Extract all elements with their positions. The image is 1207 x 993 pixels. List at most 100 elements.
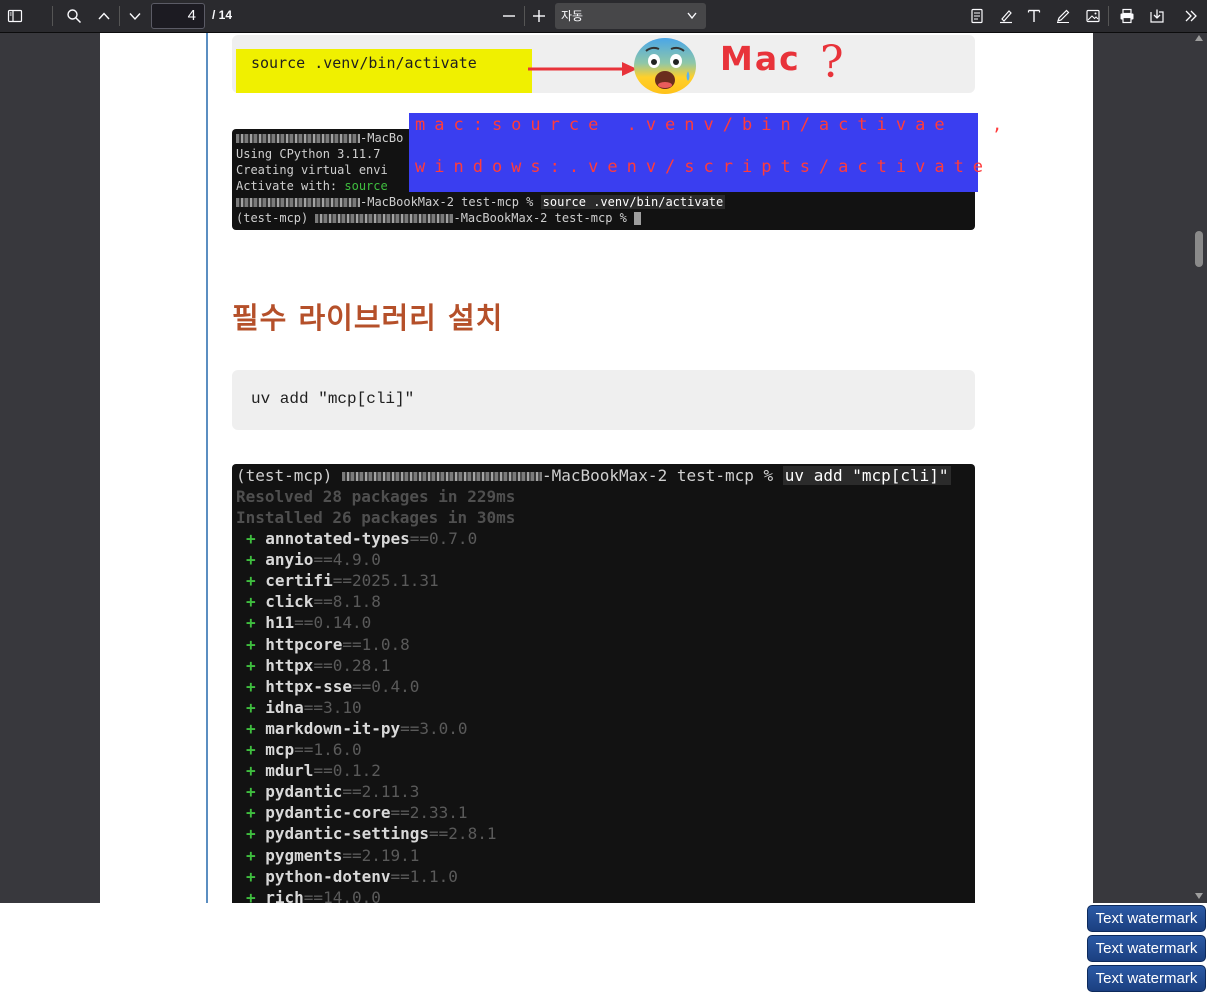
sidebar-toggle-button[interactable] [3, 4, 27, 28]
plus-icon: + [246, 824, 266, 844]
package-line: + pydantic-core==2.33.1 [246, 803, 468, 822]
package-line: + httpx==0.28.1 [246, 656, 391, 675]
package-line: + httpcore==1.0.8 [246, 635, 410, 654]
document-properties-button[interactable] [965, 4, 989, 28]
document-properties-icon [971, 8, 983, 24]
package-name: markdown-it-py [265, 718, 401, 738]
package-line: + rich==14.0.0 [246, 888, 381, 903]
plus-icon: + [246, 613, 266, 633]
save-button[interactable] [1145, 4, 1169, 28]
package-line: + anyio==4.9.0 [246, 550, 381, 569]
plus-icon: + [246, 550, 266, 570]
highlight-button[interactable] [994, 4, 1018, 28]
plus-icon: + [246, 782, 266, 802]
package-name: mdurl [265, 761, 314, 781]
blockquote-bar [206, 33, 208, 903]
scroll-up-arrow-icon[interactable] [1195, 35, 1203, 41]
package-line: + h11==0.14.0 [246, 613, 371, 632]
zoom-out-button[interactable] [497, 4, 521, 28]
plus-icon: + [246, 571, 266, 591]
page-total-label: / 14 [212, 8, 233, 22]
package-version: ==2.11.3 [342, 782, 420, 802]
terminal-prompt-line: (test-mcp) -MacBookMax-2 test-mcp % uv a… [236, 466, 951, 485]
more-tools-button[interactable] [1179, 4, 1203, 28]
zoom-in-button[interactable] [527, 4, 551, 28]
mac-handwritten-annotation: Mac [720, 39, 801, 78]
package-version: ==4.9.0 [313, 550, 381, 570]
package-name: idna [265, 697, 304, 717]
terminal-line: (test-mcp) -MacBookMax-2 test-mcp % [236, 211, 642, 225]
draw-button[interactable] [1051, 4, 1075, 28]
package-name: python-dotenv [265, 866, 391, 886]
print-icon [1120, 8, 1134, 24]
red-arrow-annotation [528, 62, 637, 76]
package-line: + markdown-it-py==3.0.0 [246, 719, 468, 738]
package-version: ==0.14.0 [294, 613, 372, 633]
package-version: ==1.6.0 [294, 740, 362, 759]
package-name: mcp [265, 740, 295, 759]
pdf-viewer-area[interactable]: source .venv/bin/activate Mac ? -MacBo U… [0, 33, 1207, 903]
zoom-select-value: 자동 [561, 9, 584, 23]
package-name: certifi [265, 571, 333, 591]
package-name: click [265, 592, 314, 612]
package-version: ==0.1.2 [313, 761, 381, 781]
toolbar-separator [524, 6, 525, 26]
toolbar-separator [1108, 6, 1109, 26]
plus-icon: + [246, 866, 266, 886]
package-line: + pygments==2.19.1 [246, 846, 419, 865]
package-line: + idna==3.10 [246, 698, 362, 717]
package-version: ==1.1.0 [390, 866, 458, 886]
code-uv-add-text: uv add "mcp[cli]" [251, 390, 415, 408]
pdf-toolbar: 4 / 14 자동 [0, 0, 1207, 33]
add-image-button[interactable] [1081, 4, 1105, 28]
plus-icon: + [246, 697, 266, 717]
text-annotation-button[interactable] [1022, 4, 1046, 28]
package-name: annotated-types [265, 529, 410, 548]
plus-icon: + [246, 529, 266, 548]
sidebar-toggle-icon [7, 9, 23, 23]
text-watermark-button[interactable]: Text watermark [1087, 935, 1206, 962]
previous-page-button[interactable] [92, 4, 116, 28]
package-name: pydantic-settings [265, 824, 430, 844]
plus-icon: + [246, 592, 266, 612]
scroll-down-arrow-icon[interactable] [1195, 893, 1203, 899]
find-button[interactable] [62, 4, 86, 28]
pdf-page: source .venv/bin/activate Mac ? -MacBo U… [100, 33, 1093, 903]
zoom-in-icon [533, 10, 545, 22]
terminal-line: -MacBo [236, 131, 403, 145]
plus-icon: + [246, 803, 266, 823]
section-heading: 필수 라이브러리 설치 [232, 301, 504, 335]
package-version: ==3.10 [303, 697, 362, 717]
print-button[interactable] [1115, 4, 1139, 28]
code-activate-text: source .venv/bin/activate [251, 54, 477, 72]
chevron-down-icon [129, 13, 141, 21]
plus-icon: + [246, 740, 266, 759]
text-watermark-button[interactable]: Text watermark [1087, 905, 1206, 932]
search-icon [67, 9, 82, 24]
scrollbar-thumb[interactable] [1195, 231, 1203, 267]
scared-face-icon [634, 38, 696, 94]
package-version: ==14.0.0 [303, 887, 381, 903]
plus-icon: + [246, 887, 266, 903]
package-version: ==2.33.1 [390, 803, 468, 823]
package-line: + python-dotenv==1.1.0 [246, 867, 458, 886]
next-page-button[interactable] [123, 4, 147, 28]
highlight-icon [1000, 10, 1012, 24]
terminal-resolved-line: Resolved 28 packages in 229ms [236, 487, 516, 506]
terminal-line: Activate with: source [236, 179, 388, 193]
vertical-scrollbar[interactable] [1191, 33, 1207, 903]
text-watermark-button[interactable]: Text watermark [1087, 965, 1206, 992]
toolbar-separator [52, 6, 53, 26]
zoom-select[interactable]: 자동 [555, 3, 706, 29]
package-version: ==3.0.0 [400, 718, 468, 738]
package-line: + mdurl==0.1.2 [246, 761, 381, 780]
package-name: pydantic-core [265, 803, 391, 823]
package-version: ==2.19.1 [342, 845, 420, 865]
blue-note-annotation: mac:source .venv/bin/activae , windows:.… [409, 113, 1002, 192]
package-version: ==8.1.8 [313, 592, 381, 612]
terminal-line: Using CPython 3.11.7 [236, 147, 381, 161]
plus-icon: + [246, 676, 266, 696]
question-mark-annotation: ? [820, 37, 844, 88]
chevron-up-icon [98, 12, 110, 20]
page-number-input[interactable]: 4 [151, 3, 205, 29]
